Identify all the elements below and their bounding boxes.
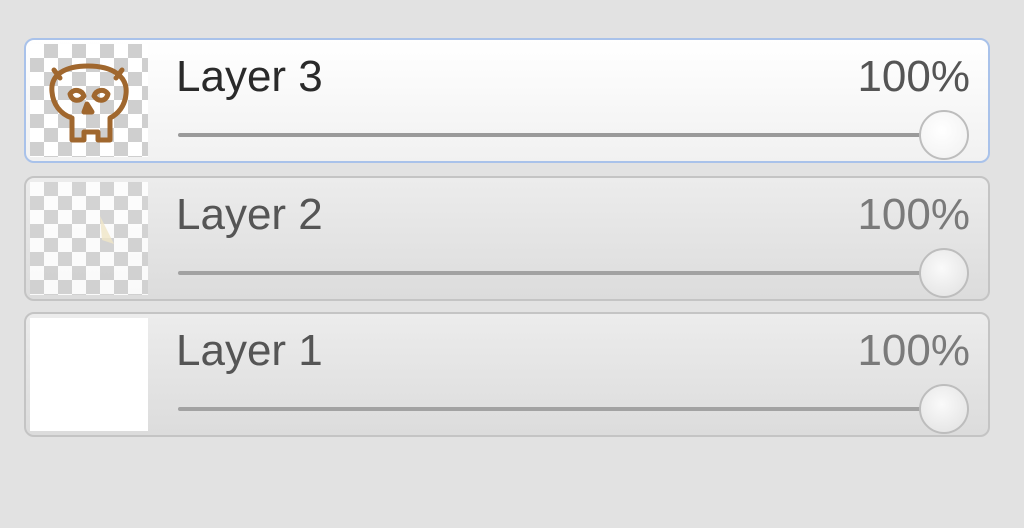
layer-thumbnail[interactable] — [30, 44, 148, 157]
opacity-slider[interactable] — [176, 248, 972, 298]
layer-thumbnail[interactable] — [30, 318, 148, 431]
slider-knob[interactable] — [919, 110, 969, 160]
opacity-value: 100% — [857, 52, 970, 101]
faint-stroke-icon — [100, 216, 114, 244]
layer-name: Layer 2 — [176, 190, 323, 239]
slider-knob[interactable] — [919, 384, 969, 434]
layer-thumbnail[interactable] — [30, 182, 148, 295]
slider-track[interactable] — [178, 407, 944, 411]
layer-row-2[interactable]: Layer 2 100% — [24, 176, 990, 301]
slider-track[interactable] — [178, 133, 944, 137]
layers-panel: Layer 3 100% Layer 2 100% Layer 1 100% — [0, 0, 1024, 528]
layer-row-3[interactable]: Layer 3 100% — [24, 38, 990, 163]
slider-knob[interactable] — [919, 248, 969, 298]
skull-drawing-icon — [49, 63, 129, 143]
opacity-slider[interactable] — [176, 110, 972, 160]
opacity-value: 100% — [857, 190, 970, 239]
layer-name: Layer 1 — [176, 326, 323, 375]
opacity-value: 100% — [857, 326, 970, 375]
slider-track[interactable] — [178, 271, 944, 275]
layer-name: Layer 3 — [176, 52, 323, 101]
opacity-slider[interactable] — [176, 384, 972, 434]
layer-row-1[interactable]: Layer 1 100% — [24, 312, 990, 437]
